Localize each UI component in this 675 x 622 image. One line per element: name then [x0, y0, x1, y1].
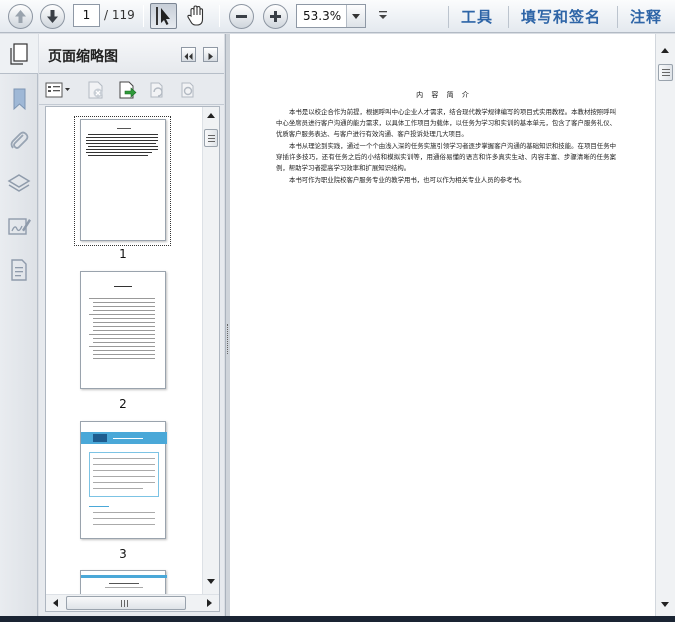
tools-menu[interactable]: 工具: [461, 6, 493, 27]
next-page-button[interactable]: [40, 4, 65, 29]
toolbar-divider: [219, 5, 220, 27]
thumbnail-label: 1: [119, 247, 127, 261]
delete-page-button[interactable]: [85, 80, 107, 100]
main-toolbar: 1 / 119 53.3% 工具 填写和签名 注释: [0, 0, 675, 33]
attachments-tab[interactable]: [6, 128, 32, 154]
insert-page-button[interactable]: [116, 80, 138, 100]
double-chevron-down-icon: [379, 11, 387, 19]
scrollbar-thumb[interactable]: [204, 129, 218, 147]
scroll-up-icon[interactable]: [207, 113, 215, 118]
page-total: / 119: [104, 8, 135, 22]
toolbar-divider: [143, 5, 144, 27]
toolbar-divider: [617, 6, 618, 28]
chevron-down-icon[interactable]: [346, 5, 365, 27]
document-title: 内 容 简 介: [416, 91, 472, 99]
collapse-panel-button[interactable]: [181, 47, 196, 62]
zoom-in-button[interactable]: [263, 4, 288, 29]
content-tab[interactable]: [6, 257, 32, 283]
select-tool-button[interactable]: [150, 3, 177, 29]
signatures-tab[interactable]: [6, 214, 32, 240]
document-paragraph: 本书可作为职业院校客户服务专业的教学用书，也可以作为相关专业人员的参考书。: [289, 176, 526, 184]
zoom-value: 53.3%: [303, 9, 342, 23]
double-chevron-left-icon: [184, 53, 193, 60]
thumbnail-vertical-scrollbar[interactable]: [202, 107, 219, 595]
delete-page-icon: [88, 81, 103, 99]
insert-page-icon: [119, 81, 137, 99]
thumbnail-horizontal-scrollbar[interactable]: [46, 594, 219, 611]
page-thumbnails-tab[interactable]: [0, 34, 38, 74]
panel-header: 页面缩略图: [39, 34, 224, 74]
rotate-page-button[interactable]: [146, 80, 168, 100]
scroll-down-icon[interactable]: [207, 579, 215, 584]
scroll-right-icon[interactable]: [207, 599, 212, 607]
replace-page-icon: [181, 82, 194, 98]
fill-and-sign-menu[interactable]: 填写和签名: [521, 6, 601, 27]
splitter-grip: [227, 324, 229, 354]
cursor-icon: [156, 7, 170, 25]
hand-tool-button[interactable]: [183, 3, 210, 29]
scroll-down-icon[interactable]: [661, 602, 669, 607]
document-icon: [11, 259, 27, 281]
panel-title: 页面缩略图: [48, 49, 118, 65]
scrollbar-thumb[interactable]: [66, 596, 186, 610]
comment-menu[interactable]: 注释: [630, 6, 662, 27]
toolbar-divider: [508, 6, 509, 28]
thumbnail-page-2[interactable]: [80, 271, 166, 389]
list-options-icon: [45, 82, 70, 98]
document-vertical-scrollbar[interactable]: [655, 34, 675, 620]
scroll-left-icon[interactable]: [53, 599, 58, 607]
document-page: 内 容 简 介 本书是以校企合作为前提，根据呼叫中心企业人才需求，结合现代教学规…: [230, 34, 658, 620]
zoom-select[interactable]: 53.3%: [296, 4, 366, 28]
document-view[interactable]: 内 容 简 介 本书是以校企合作为前提，根据呼叫中心企业人才需求，结合现代教学规…: [230, 34, 675, 622]
minus-icon: [236, 15, 247, 18]
panel-forward-button[interactable]: [203, 47, 218, 62]
arrow-down-icon: [47, 10, 58, 23]
bookmark-icon: [13, 88, 26, 111]
layers-tab[interactable]: [6, 171, 32, 197]
window-bottom-edge: [0, 616, 675, 622]
hand-icon: [187, 5, 204, 26]
thumbnail-page-3[interactable]: [80, 421, 167, 539]
scrollbar-thumb[interactable]: [658, 64, 673, 81]
navigation-rail: [0, 34, 38, 622]
chevron-right-icon: [208, 53, 213, 60]
more-tools-button[interactable]: [376, 8, 390, 24]
bookmarks-tab[interactable]: [6, 86, 32, 112]
replace-page-button[interactable]: [177, 80, 199, 100]
paperclip-icon: [10, 131, 29, 149]
document-paragraph: 本书从理论到实践，通过一个个由浅入深的任务实施引领学习者逐步掌握客户沟通的基础知…: [276, 142, 616, 173]
plus-icon: [270, 11, 281, 22]
thumbnail-label: 2: [119, 397, 127, 411]
thumbnail-page-1[interactable]: [80, 119, 166, 241]
document-paragraph: 本书是以校企合作为前提，根据呼叫中心企业人才需求，结合现代教学规律编写的项目式实…: [276, 108, 616, 139]
pages-icon: [10, 43, 28, 65]
signature-icon: [8, 218, 31, 235]
rotate-page-icon: [150, 82, 163, 98]
options-menu-button[interactable]: [44, 80, 72, 100]
thumbnail-list[interactable]: 1 2 3: [45, 106, 220, 612]
page-number-input[interactable]: 1: [73, 4, 100, 27]
scroll-up-icon[interactable]: [661, 48, 669, 53]
toolbar-divider: [448, 6, 449, 28]
previous-page-button[interactable]: [8, 4, 33, 29]
thumbnails-panel: 页面缩略图 1 2 3: [39, 34, 224, 622]
panel-toolbar: [39, 75, 224, 105]
thumbnail-label: 3: [119, 547, 127, 561]
arrow-up-icon: [15, 10, 26, 23]
zoom-out-button[interactable]: [229, 4, 254, 29]
layers-icon: [7, 174, 31, 192]
